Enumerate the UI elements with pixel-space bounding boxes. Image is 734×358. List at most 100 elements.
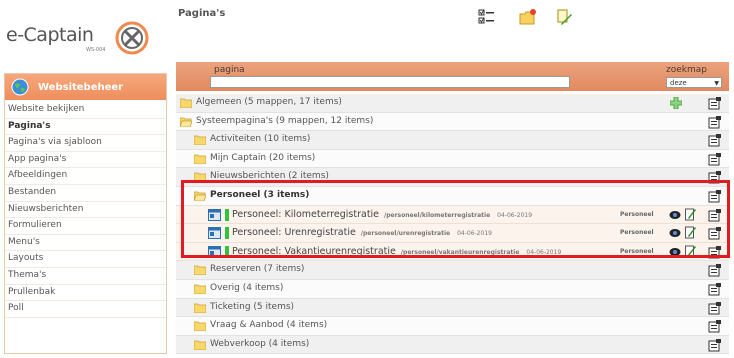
page-settings-icon[interactable]	[708, 115, 721, 129]
folder-icon	[194, 284, 206, 294]
logo-text: e-Captain	[6, 24, 94, 46]
eye-icon[interactable]	[669, 247, 681, 257]
page-settings-icon[interactable]	[708, 152, 721, 166]
page-date: 04-06-2019	[497, 211, 533, 219]
status-indicator	[225, 227, 229, 240]
add-icon[interactable]	[670, 97, 682, 109]
page-settings-icon[interactable]	[708, 264, 721, 277]
sidebar-item-paginas[interactable]: Pagina's	[5, 119, 166, 136]
folder-label: Personeel (3 items)	[210, 189, 310, 200]
sidebar-item-formulieren[interactable]: Formulieren	[5, 218, 166, 235]
page-row[interactable]: Personeel: Urenregistratie/personeel/ure…	[176, 224, 729, 243]
page-icon	[208, 227, 221, 240]
folder-icon	[194, 340, 206, 350]
eye-icon[interactable]	[669, 210, 681, 220]
folder-icon	[194, 135, 206, 146]
folder-label: Overig (4 items)	[210, 282, 284, 293]
pages-panel: pagina zoekmap deze ▼ Algemeen (5 mappen…	[176, 62, 729, 355]
page-row[interactable]: Personeel: Kilometerregistratie/personee…	[176, 205, 729, 225]
page-path: /personeel/urenregistratie	[360, 230, 451, 238]
folder-label: Ticketing (5 items)	[210, 301, 295, 312]
folder-label: Vraag & Aanbod (4 items)	[210, 320, 328, 331]
folder-row-personeel[interactable]: Personeel (3 items)	[176, 186, 729, 206]
folder-label: Systeempagina's (9 mappen, 12 items)	[196, 115, 374, 126]
page-title-link[interactable]: Personeel: Vakantieurenregistratie/perso…	[232, 246, 561, 257]
sidebar-item-bestanden[interactable]: Bestanden	[5, 185, 166, 202]
sidebar-item-menus[interactable]: Menu's	[5, 235, 166, 252]
folder-row[interactable]: Algemeen (5 mappen, 17 items)	[176, 94, 729, 113]
page-settings-icon[interactable]	[708, 282, 721, 296]
page-icon	[208, 245, 221, 258]
logo-version: WS-004	[86, 47, 106, 53]
edit-icon[interactable]	[685, 245, 696, 258]
pagina-search-input[interactable]	[210, 76, 570, 88]
page-settings-icon[interactable]	[708, 227, 721, 240]
sidebar-header-websitebeheer[interactable]: Websitebeheer	[5, 74, 166, 100]
folder-row[interactable]: Overig (4 items)	[176, 279, 729, 299]
page-date: 04-06-2019	[526, 248, 562, 256]
page-date: 04-06-2019	[457, 230, 492, 238]
page-title-link[interactable]: Personeel: Kilometerregistratie/personee…	[232, 209, 532, 220]
sidebar: Websitebeheer Website bekijken Pagina's …	[4, 73, 167, 354]
page-category: Personeel	[620, 229, 654, 237]
folder-icon	[194, 321, 206, 332]
page-settings-icon[interactable]	[708, 208, 721, 222]
folder-row[interactable]: Systeempagina's (9 mappen, 12 items)	[176, 112, 729, 132]
folder-row[interactable]: Nieuwsberichten (2 items)	[176, 168, 729, 187]
page-row[interactable]: Personeel: Vakantieurenregistratie/perso…	[176, 242, 729, 262]
folder-label: Activiteiten (10 items)	[210, 134, 311, 145]
sidebar-item-app-paginas[interactable]: App pagina's	[5, 152, 166, 169]
checklist-icon[interactable]	[478, 8, 496, 26]
page-category: Personeel	[620, 247, 654, 255]
sidebar-item-nieuwsberichten[interactable]: Nieuwsberichten	[5, 202, 166, 219]
sidebar-item-prullenbak[interactable]: Prullenbak	[5, 285, 166, 302]
edit-icon[interactable]	[685, 208, 696, 221]
folder-row[interactable]: Webverkoop (4 items)	[176, 335, 729, 355]
page-path: /personeel/vakantieurenregistratie	[400, 248, 520, 256]
page-settings-icon[interactable]	[708, 171, 721, 184]
e-captain-logo[interactable]: e-Captain WS-004	[4, 6, 154, 58]
page-title: Pagina's	[178, 8, 226, 19]
folder-label: Algemeen (5 mappen, 17 items)	[196, 97, 342, 107]
folder-row[interactable]: Vraag & Aanbod (4 items)	[176, 317, 729, 336]
eye-icon[interactable]	[669, 228, 681, 238]
page-icon	[208, 208, 221, 221]
page-name: Personeel: Urenregistratie	[232, 227, 356, 239]
page-settings-icon[interactable]	[708, 97, 721, 110]
sidebar-item-themas[interactable]: Thema's	[5, 268, 166, 285]
status-indicator	[225, 245, 229, 258]
filter-bar: pagina zoekmap deze ▼	[176, 62, 729, 91]
page-settings-icon[interactable]	[708, 245, 721, 259]
folder-icon	[180, 98, 192, 108]
page-settings-icon[interactable]	[708, 189, 721, 203]
logo-mark-icon	[115, 21, 149, 55]
folder-label: Mijn Captain (20 items)	[210, 152, 316, 163]
page-tree: Algemeen (5 mappen, 17 items) Systeempag…	[176, 94, 729, 355]
folder-row[interactable]: Ticketing (5 items)	[176, 298, 729, 318]
sidebar-item-afbeeldingen[interactable]: Afbeeldingen	[5, 168, 166, 185]
sidebar-item-website-bekijken[interactable]: Website bekijken	[5, 102, 166, 119]
folder-open-icon	[194, 191, 206, 201]
zoekmap-selected-value: deze	[670, 79, 687, 87]
folder-icon	[194, 172, 206, 183]
folder-row[interactable]: Activiteiten (10 items)	[176, 131, 729, 150]
sidebar-item-paginas-via-sjabloon[interactable]: Pagina's via sjabloon	[5, 135, 166, 152]
zoekmap-select[interactable]: deze ▼	[666, 77, 722, 88]
sidebar-item-poll[interactable]: Poll	[5, 301, 166, 318]
edit-icon[interactable]	[685, 226, 696, 239]
folder-open-icon	[180, 117, 192, 127]
page-settings-icon[interactable]	[708, 320, 721, 333]
folder-row[interactable]: Mijn Captain (20 items)	[176, 149, 729, 169]
page-settings-icon[interactable]	[708, 301, 721, 315]
page-settings-icon[interactable]	[708, 338, 721, 352]
sidebar-item-layouts[interactable]: Layouts	[5, 251, 166, 268]
page-settings-icon[interactable]	[708, 134, 721, 147]
folder-icon	[194, 303, 206, 313]
new-page-icon[interactable]	[555, 8, 573, 26]
page-title-link[interactable]: Personeel: Urenregistratie/personeel/ure…	[232, 227, 492, 238]
new-folder-icon[interactable]	[519, 8, 537, 26]
folder-row[interactable]: Reserveren (7 items)	[176, 261, 729, 280]
page-name: Personeel: Kilometerregistratie	[232, 208, 380, 220]
folder-label: Webverkoop (4 items)	[210, 338, 310, 349]
globe-icon	[11, 78, 29, 96]
